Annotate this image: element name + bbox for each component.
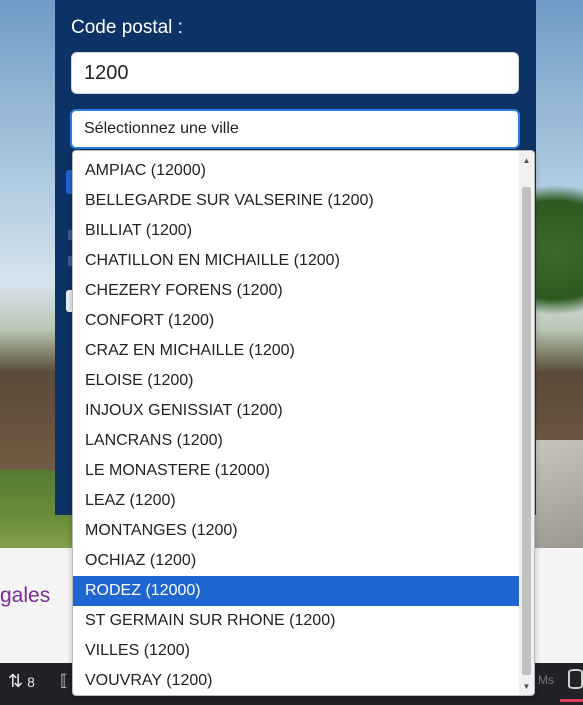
scrollbar-thumb[interactable]	[522, 187, 531, 675]
dropdown-scrollbar[interactable]: ▲ ▼	[519, 151, 534, 695]
city-option[interactable]: INJOUX GENISSIAT (1200)	[73, 396, 519, 426]
city-option[interactable]: OCHIAZ (1200)	[73, 546, 519, 576]
sort-arrows-icon: ⇅	[8, 671, 24, 691]
city-option[interactable]: ELOISE (1200)	[73, 366, 519, 396]
postal-code-value: 1200	[84, 61, 129, 84]
city-select-placeholder: Sélectionnez une ville	[84, 120, 239, 137]
triangle-down-icon[interactable]: ▼	[519, 679, 534, 693]
triangle-up-icon[interactable]: ▲	[519, 153, 534, 167]
sort-count: 8	[27, 673, 35, 690]
city-option[interactable]: LANCRANS (1200)	[73, 426, 519, 456]
postal-code-input[interactable]: 1200	[71, 52, 519, 94]
bracket-icon[interactable]: ⟦	[60, 671, 68, 691]
city-option[interactable]: BELLEGARDE SUR VALSERINE (1200)	[73, 186, 519, 216]
city-options: AMPIAC (12000) BELLEGARDE SUR VALSERINE (…	[73, 156, 519, 695]
city-option[interactable]: CONFORT (1200)	[73, 306, 519, 336]
city-option[interactable]: RODEZ (12000)	[73, 576, 519, 606]
city-option[interactable]: ST GERMAIN SUR RHONE (1200)	[73, 606, 519, 636]
city-option[interactable]: CHATILLON EN MICHAILLE (1200)	[73, 246, 519, 276]
city-option[interactable]: BILLIAT (1200)	[73, 216, 519, 246]
city-option[interactable]: VOUVRAY (1200)	[73, 666, 519, 695]
city-option[interactable]: MONTANGES (1200)	[73, 516, 519, 546]
city-option[interactable]: LEAZ (1200)	[73, 486, 519, 516]
city-option[interactable]: AMPIAC (12000)	[73, 156, 519, 186]
ms-label: Ms	[538, 673, 554, 687]
city-option[interactable]: CRAZ EN MICHAILLE (1200)	[73, 336, 519, 366]
legal-mentions-link[interactable]: gales	[0, 584, 50, 608]
city-option[interactable]: VILLES (1200)	[73, 636, 519, 666]
postal-code-label: Code postal :	[71, 17, 183, 38]
active-indicator	[560, 699, 583, 702]
city-dropdown-list[interactable]: AMPIAC (12000) BELLEGARDE SUR VALSERINE (…	[72, 150, 535, 696]
city-select[interactable]: Sélectionnez une ville	[70, 109, 520, 149]
city-option[interactable]: CHEZERY FORENS (1200)	[73, 276, 519, 306]
sort-indicator[interactable]: ⇅ 8	[8, 671, 35, 692]
city-option[interactable]: LE MONASTERE (12000)	[73, 456, 519, 486]
database-icon[interactable]	[568, 669, 583, 689]
